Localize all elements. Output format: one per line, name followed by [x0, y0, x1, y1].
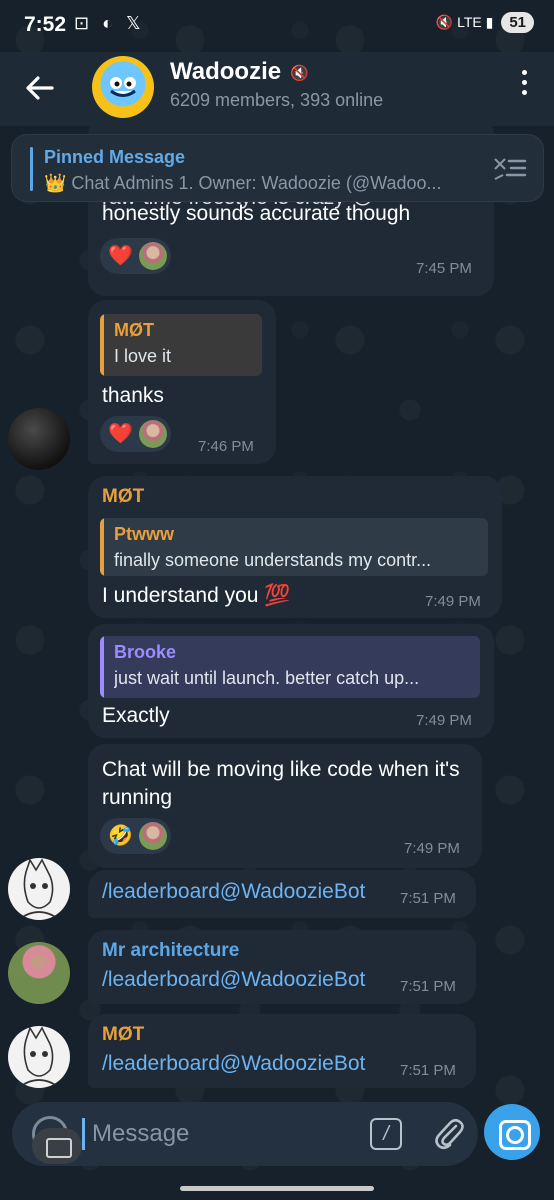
message-time: 7:45 PM — [416, 260, 472, 277]
home-indicator[interactable] — [180, 1186, 374, 1191]
message-text: honestly sounds accurate though — [102, 202, 411, 225]
message-time: 7:46 PM — [198, 438, 254, 455]
laughing-reaction-icon: 🤣 — [108, 825, 133, 847]
reply-quote[interactable]: Brooke just wait until launch. better ca… — [100, 636, 480, 698]
message-bubble[interactable]: Chat will be moving like code when it's … — [88, 744, 482, 868]
message-time: 7:51 PM — [400, 978, 456, 995]
status-bar: 7:52 ⊡ ◐ 𝕏 🔇 LTE ▮ 51 — [0, 0, 554, 52]
attach-icon[interactable] — [432, 1116, 466, 1152]
message-time: 7:49 PM — [425, 593, 481, 610]
quote-sender: Ptwww — [114, 524, 175, 544]
heart-reaction-icon: ❤️ — [108, 423, 133, 445]
sketch-avatar-icon — [17, 858, 61, 920]
chat-header: Wadoozie 🔇 6209 members, 393 online — [0, 52, 554, 126]
back-arrow-icon[interactable] — [22, 70, 58, 106]
more-options-icon[interactable] — [520, 70, 528, 98]
quote-text: I love it — [114, 346, 172, 366]
pinned-message-bar[interactable]: Pinned Message 👑 Chat Admins 1. Owner: W… — [11, 134, 544, 202]
mascot-face-icon — [110, 77, 136, 97]
message-text: Chat will be moving like code when it's … — [102, 758, 460, 809]
group-avatar[interactable] — [92, 56, 154, 118]
pinned-title: Pinned Message — [44, 147, 186, 167]
sketch-avatar-icon — [17, 1026, 61, 1088]
sender-name[interactable]: Mr architecture — [102, 940, 239, 962]
reaction-chip[interactable]: 🤣 — [100, 818, 171, 854]
system-icons: 🔇 LTE ▮ 51 — [436, 12, 534, 33]
message-bubble[interactable]: MØT I love it thanks ❤️ 7:46 PM — [88, 300, 276, 464]
sender-name[interactable]: MØT — [102, 1024, 144, 1046]
quote-bar — [100, 314, 104, 376]
pinned-list-icon[interactable] — [491, 155, 527, 181]
member-count: 6209 members, 393 online — [170, 90, 384, 110]
message-bubble[interactable]: MØT Ptwww finally someone understands my… — [88, 476, 502, 618]
message-text: thanks — [102, 384, 164, 407]
bot-command-link[interactable]: /leaderboard@WadoozieBot — [102, 966, 365, 994]
reactor-avatar — [138, 242, 167, 270]
message-text: Exactly — [102, 704, 170, 727]
user-avatar[interactable] — [8, 942, 70, 1004]
pinned-text: 👑 Chat Admins 1. Owner: Wadoozie (@Wadoo… — [44, 173, 442, 193]
message-list[interactable]: raw-time freestyle is crazy 😭 honestly s… — [0, 126, 554, 1106]
message-composer: Message / — [12, 1102, 478, 1166]
quote-bar — [100, 636, 104, 698]
text-caret — [82, 1118, 85, 1150]
reply-quote[interactable]: MØT I love it — [100, 314, 262, 376]
message-time: 7:51 PM — [400, 1062, 456, 1079]
pinned-indicator — [30, 147, 33, 191]
message-input[interactable]: Message — [92, 1120, 189, 1148]
camera-button[interactable] — [484, 1104, 540, 1160]
reaction-chip[interactable]: ❤️ — [100, 416, 171, 452]
user-avatar[interactable] — [8, 408, 70, 470]
battery-icon: 51 — [501, 12, 534, 33]
muted-icon: 🔇 — [290, 65, 309, 82]
message-bubble[interactable]: /leaderboard@WadoozieBot 7:51 PM — [88, 870, 476, 918]
message-bubble[interactable]: Mr architecture /leaderboard@WadoozieBot… — [88, 930, 476, 1004]
heart-reaction-icon: ❤️ — [108, 245, 133, 267]
keyboard-toggle-icon[interactable] — [32, 1128, 82, 1164]
chat-title[interactable]: Wadoozie — [170, 58, 281, 86]
quote-text: just wait until launch. better catch up.… — [114, 668, 420, 688]
quote-text: finally someone understands my contr... — [114, 550, 432, 570]
reactor-avatar — [138, 822, 167, 850]
user-avatar[interactable] — [8, 858, 70, 920]
message-time: 7:49 PM — [416, 712, 472, 729]
user-avatar[interactable] — [8, 1026, 70, 1088]
reactor-avatar — [138, 420, 167, 448]
reaction-chip[interactable]: ❤️ — [100, 238, 171, 274]
message-text: I understand you 💯 — [102, 584, 291, 607]
quote-bar — [100, 518, 104, 576]
notification-icons: ⊡ ◐ 𝕏 — [74, 13, 145, 33]
bot-commands-icon[interactable]: / — [370, 1118, 402, 1150]
message-time: 7:49 PM — [404, 840, 460, 857]
quote-sender: MØT — [114, 320, 154, 340]
message-bubble[interactable]: MØT /leaderboard@WadoozieBot 7:51 PM — [88, 1014, 476, 1088]
message-bubble[interactable]: Brooke just wait until launch. better ca… — [88, 624, 494, 738]
message-time: 7:51 PM — [400, 890, 456, 907]
quote-sender: Brooke — [114, 642, 177, 662]
signal-icons: 🔇 LTE ▮ — [435, 14, 494, 30]
bot-command-link[interactable]: /leaderboard@WadoozieBot — [102, 1050, 365, 1078]
bot-command-link[interactable]: /leaderboard@WadoozieBot — [102, 878, 365, 906]
status-time: 7:52 — [24, 13, 67, 36]
reply-quote[interactable]: Ptwww finally someone understands my con… — [100, 518, 488, 576]
sender-name[interactable]: MØT — [102, 486, 144, 508]
